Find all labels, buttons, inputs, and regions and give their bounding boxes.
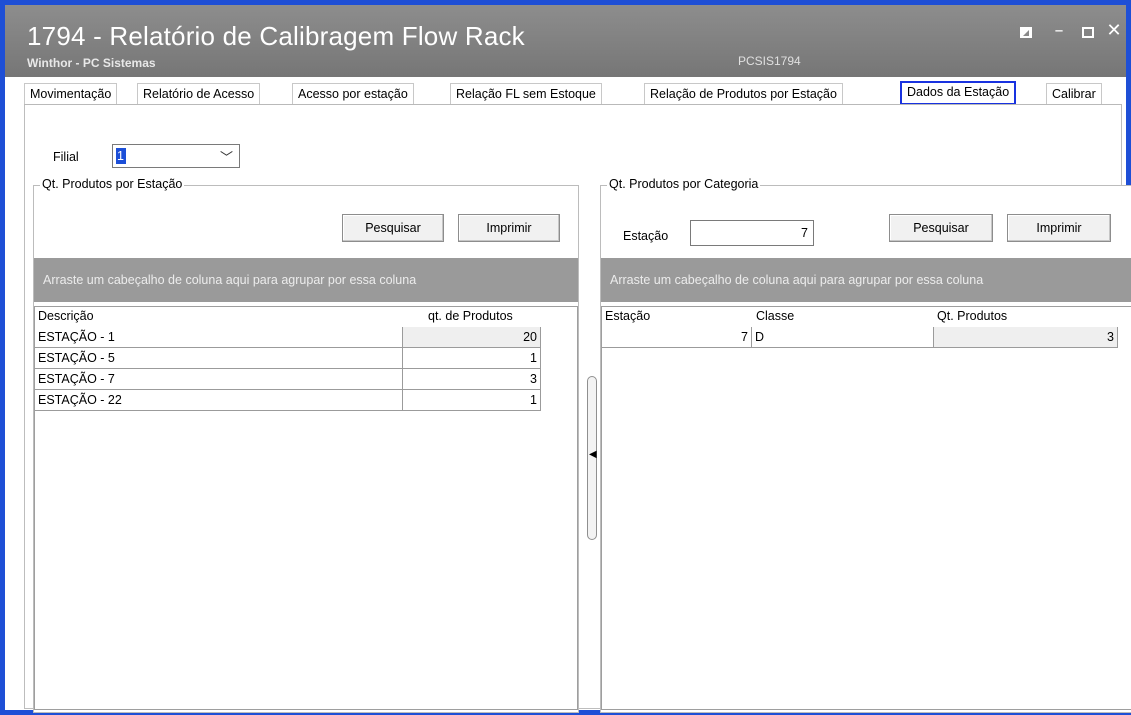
tab-page-dados-da-estacao: Filial 1 ﹀ Qt. Produtos por Estação Pesq… xyxy=(24,105,1131,713)
panel-title: Qt. Produtos por Estação xyxy=(40,177,185,191)
filial-value: 1 xyxy=(116,148,126,164)
stations-grid: Descrição qt. de Produtos ESTAÇÃO - 1 20… xyxy=(34,306,578,710)
cell-qt: 3 xyxy=(403,369,541,390)
imprimir-button[interactable]: Imprimir xyxy=(458,214,560,242)
grid-header: Estação Classe Qt. Produtos xyxy=(602,307,1131,327)
tab-calibrar[interactable]: Calibrar xyxy=(1046,83,1102,105)
app-code: PCSIS1794 xyxy=(738,54,801,68)
estacao-input[interactable]: 7 xyxy=(690,220,814,246)
cell-descricao: ESTAÇÃO - 1 xyxy=(35,327,403,348)
cell-qt-produtos: 3 xyxy=(934,327,1118,348)
imprimir-label: Imprimir xyxy=(486,221,532,235)
cell-qt: 1 xyxy=(403,348,541,369)
tab-acesso-por-estacao[interactable]: Acesso por estação xyxy=(292,83,414,105)
tab-relacao-de-produtos-por-estacao[interactable]: Relação de Produtos por Estação xyxy=(644,83,843,105)
column-header-classe[interactable]: Classe xyxy=(756,309,794,323)
panel-qt-produtos-por-estacao: Qt. Produtos por Estação Pesquisar Impri… xyxy=(33,177,579,713)
panel-qt-produtos-por-categoria: Qt. Produtos por Categoria Estação 7 Pes… xyxy=(600,177,1131,713)
minimize-icon[interactable]: – xyxy=(1048,20,1070,42)
cell-descricao: ESTAÇÃO - 22 xyxy=(35,390,403,411)
group-by-area[interactable]: Arraste um cabeçalho de coluna aqui para… xyxy=(34,258,578,302)
client-area: Movimentação Relatório de Acesso Acesso … xyxy=(5,77,1131,713)
pesquisar-label: Pesquisar xyxy=(365,221,421,235)
filial-label: Filial xyxy=(53,150,79,164)
categories-grid: Estação Classe Qt. Produtos 7 D 3 xyxy=(601,306,1131,710)
pesquisar-button[interactable]: Pesquisar xyxy=(889,214,993,242)
tab-relatorio-de-acesso[interactable]: Relatório de Acesso xyxy=(137,83,261,105)
tab-dados-da-estacao[interactable]: Dados da Estação xyxy=(900,81,1017,105)
pesquisar-label: Pesquisar xyxy=(913,221,969,235)
chevron-down-icon[interactable]: ﹀ xyxy=(220,147,233,166)
imprimir-label: Imprimir xyxy=(1036,221,1082,235)
column-header-qt-produtos[interactable]: Qt. Produtos xyxy=(937,309,1007,323)
column-header-estacao[interactable]: Estação xyxy=(605,309,650,323)
cell-descricao: ESTAÇÃO - 7 xyxy=(35,369,403,390)
group-by-area[interactable]: Arraste um cabeçalho de coluna aqui para… xyxy=(601,258,1131,302)
cell-descricao: ESTAÇÃO - 5 xyxy=(35,348,403,369)
cell-estacao: 7 xyxy=(602,327,752,348)
title-bar[interactable]: 1794 - Relatório de Calibragem Flow Rack… xyxy=(5,5,1126,77)
application-window: 1794 - Relatório de Calibragem Flow Rack… xyxy=(0,0,1131,715)
panel-title: Qt. Produtos por Categoria xyxy=(607,177,761,191)
tab-relacao-fl-sem-estoque[interactable]: Relação FL sem Estoque xyxy=(450,83,602,105)
filial-select[interactable]: 1 ﹀ xyxy=(112,144,240,168)
close-icon[interactable]: ✕ xyxy=(1103,20,1125,42)
tab-movimentacao[interactable]: Movimentação xyxy=(24,83,118,105)
window-title: 1794 - Relatório de Calibragem Flow Rack xyxy=(27,21,525,51)
cell-qt: 20 xyxy=(403,327,541,348)
imprimir-button[interactable]: Imprimir xyxy=(1007,214,1111,242)
grid-header: Descrição qt. de Produtos xyxy=(35,307,577,327)
chevron-left-icon[interactable]: ◀ xyxy=(589,449,597,460)
restore-icon[interactable] xyxy=(1015,20,1037,42)
window-subtitle: Winthor - PC Sistemas xyxy=(27,56,156,70)
maximize-icon[interactable] xyxy=(1077,20,1099,42)
column-header-qt-de-produtos[interactable]: qt. de Produtos xyxy=(428,309,513,323)
column-header-descricao[interactable]: Descrição xyxy=(38,309,94,323)
tab-strip: Movimentação Relatório de Acesso Acesso … xyxy=(24,81,1122,105)
pesquisar-button[interactable]: Pesquisar xyxy=(342,214,444,242)
panel-splitter[interactable]: ◀ xyxy=(587,376,597,540)
estacao-label: Estação xyxy=(623,229,669,243)
cell-qt: 1 xyxy=(403,390,541,411)
cell-classe: D xyxy=(752,327,934,348)
